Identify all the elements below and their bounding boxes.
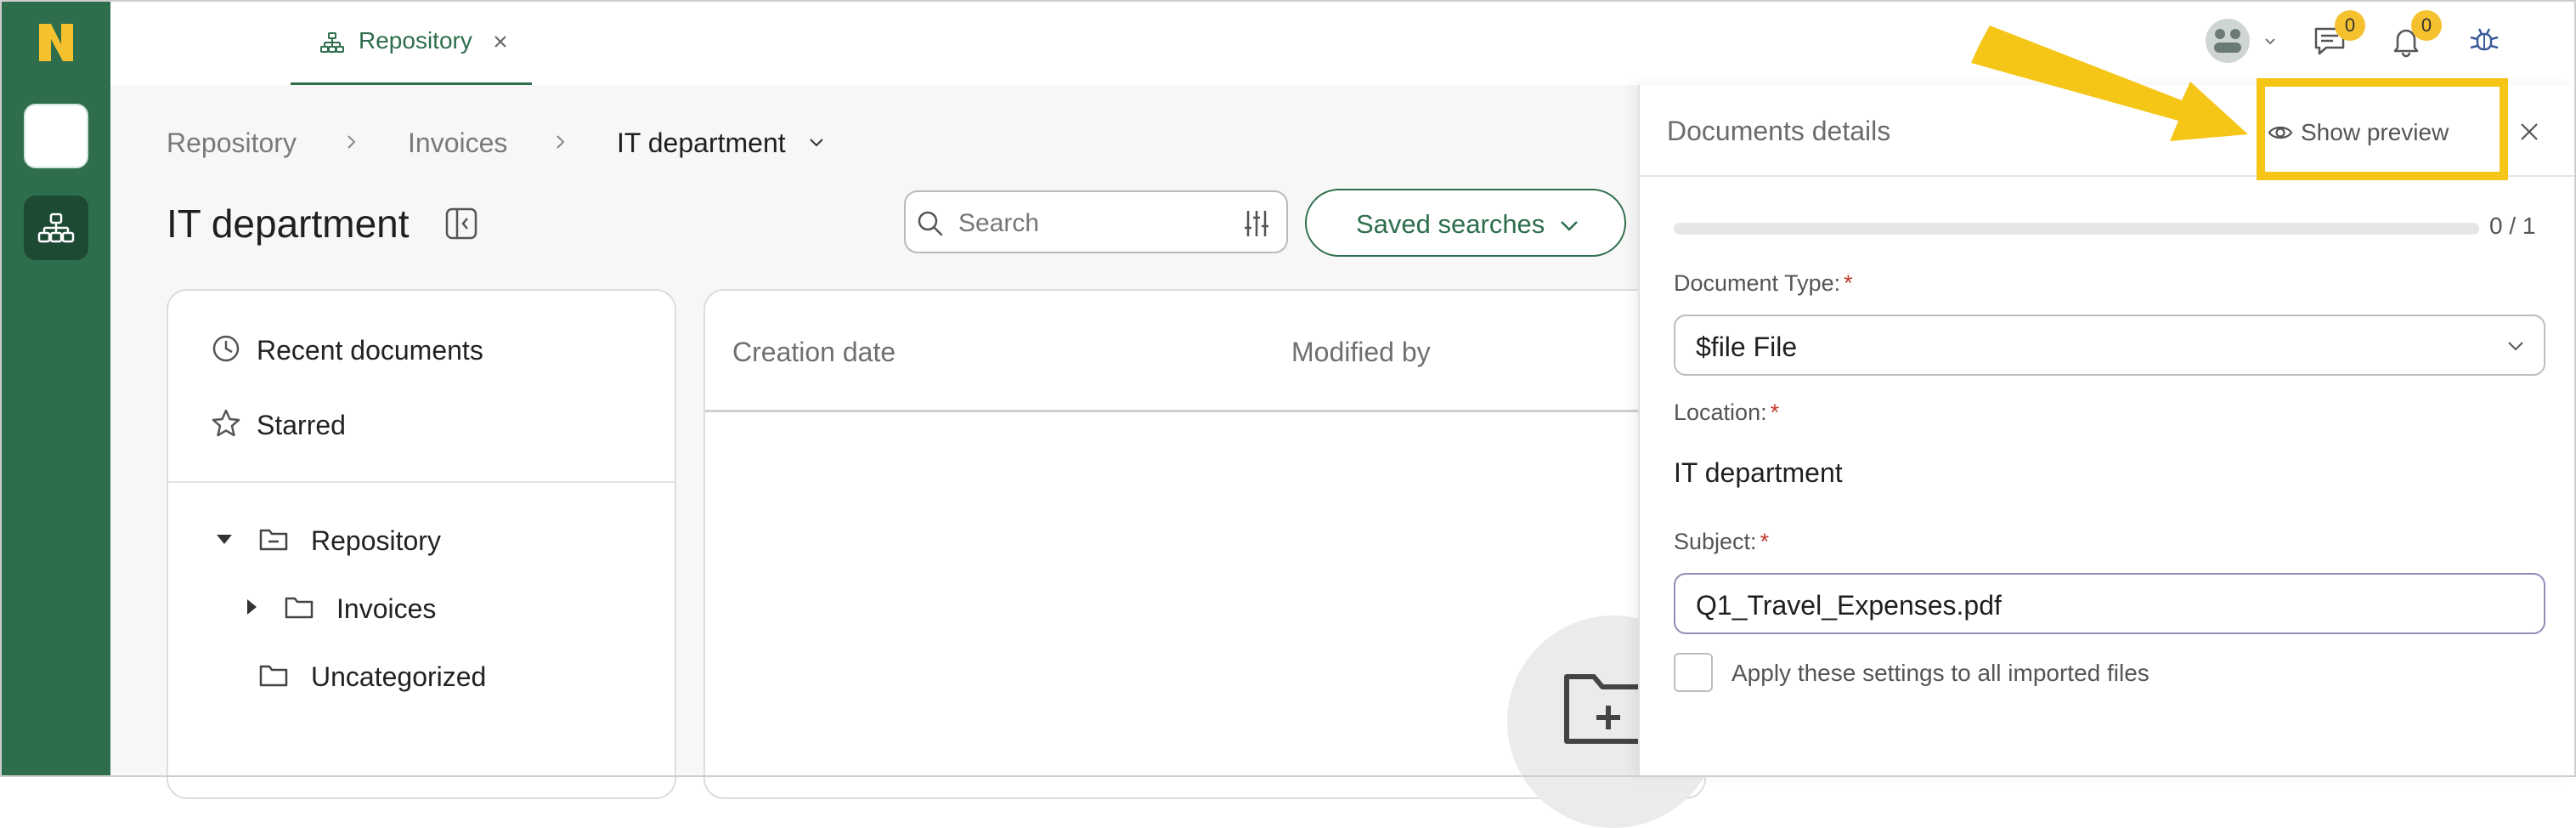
required-mark: * <box>1844 270 1853 296</box>
divider <box>168 481 675 483</box>
tab-repository[interactable]: Repository <box>291 2 532 85</box>
clock-icon <box>212 335 240 362</box>
bug-icon[interactable] <box>2464 20 2505 61</box>
app-logo[interactable] <box>32 19 80 66</box>
apply-all-label: Apply these settings to all imported fil… <box>1731 660 2149 686</box>
folder-open-icon <box>259 529 288 551</box>
location-label: Location: * <box>1674 400 1779 426</box>
chat-badge: 0 <box>2335 10 2365 41</box>
subject-label-text: Subject: <box>1674 529 1757 554</box>
caret-down-icon[interactable] <box>214 529 234 549</box>
panel-collapse-icon[interactable] <box>443 206 479 241</box>
saved-searches-label: Saved searches <box>1356 209 1545 239</box>
navigation-panel: Recent documents Starred Repository Invo… <box>167 289 676 799</box>
search-icon <box>918 211 943 236</box>
document-type-label: Document Type: * <box>1674 270 1853 297</box>
subject-input[interactable]: Q1_Travel_Expenses.pdf <box>1674 573 2545 634</box>
header-divider <box>705 410 1704 412</box>
tree-item-repository[interactable]: Repository <box>311 525 441 557</box>
tab-label: Repository <box>359 27 472 54</box>
document-type-select[interactable]: $file File <box>1674 315 2545 376</box>
subject-value: Q1_Travel_Expenses.pdf <box>1696 590 2002 621</box>
star-icon <box>212 409 240 437</box>
recent-documents-link[interactable]: Recent documents <box>257 335 483 366</box>
tree-item-uncategorized[interactable]: Uncategorized <box>311 661 486 693</box>
close-icon[interactable] <box>489 31 511 53</box>
required-mark: * <box>1770 400 1780 425</box>
column-header-creation-date[interactable]: Creation date <box>732 337 895 368</box>
progress-text: 0 / 1 <box>2489 213 2536 239</box>
column-header-modified-by[interactable]: Modified by <box>1291 337 1431 368</box>
filter-sliders-icon[interactable] <box>1240 207 1273 240</box>
folder-icon <box>285 597 314 619</box>
location-label-text: Location: <box>1674 400 1767 425</box>
search-input[interactable]: Search <box>958 209 1039 238</box>
rail-search-button[interactable] <box>24 104 88 168</box>
apply-all-checkbox[interactable] <box>1674 653 1713 692</box>
hierarchy-icon <box>37 213 75 243</box>
import-progress-bar <box>1674 223 2479 235</box>
search-icon <box>41 120 71 150</box>
location-value: IT department <box>1674 457 1843 488</box>
details-title: Documents details <box>1667 116 1891 146</box>
hierarchy-icon <box>320 32 344 53</box>
breadcrumb-current[interactable]: IT department <box>617 128 786 159</box>
tree-item-invoices[interactable]: Invoices <box>336 593 436 625</box>
chevron-right-icon <box>556 135 565 149</box>
chevron-right-icon <box>347 135 356 149</box>
left-rail <box>2 2 110 775</box>
document-type-label-text: Document Type: <box>1674 270 1841 296</box>
chevron-down-icon[interactable] <box>807 133 826 151</box>
annotation-highlight-box <box>2257 78 2508 180</box>
caret-right-icon[interactable] <box>241 597 262 617</box>
breadcrumb-repository[interactable]: Repository <box>167 128 297 159</box>
chevron-down-icon <box>2508 342 2523 351</box>
notifications-badge: 0 <box>2411 10 2442 41</box>
subject-label: Subject: * <box>1674 529 1769 555</box>
annotation-arrow-icon <box>1971 26 2248 141</box>
document-type-value: $file File <box>1696 332 1798 362</box>
required-mark: * <box>1760 529 1770 554</box>
folder-icon <box>259 665 288 687</box>
starred-link[interactable]: Starred <box>257 410 346 441</box>
chevron-down-icon[interactable] <box>2262 32 2279 49</box>
documents-details-panel: Documents details Show preview 0 / 1 Doc… <box>1638 85 2574 775</box>
rail-repository-button[interactable] <box>24 196 88 260</box>
saved-searches-button[interactable]: Saved searches <box>1305 189 1626 257</box>
breadcrumb-invoices[interactable]: Invoices <box>408 128 507 159</box>
search-box[interactable]: Search <box>904 190 1288 253</box>
chevron-down-icon <box>1561 221 1578 231</box>
close-icon[interactable] <box>2517 119 2542 145</box>
page-title: IT department <box>167 201 410 246</box>
